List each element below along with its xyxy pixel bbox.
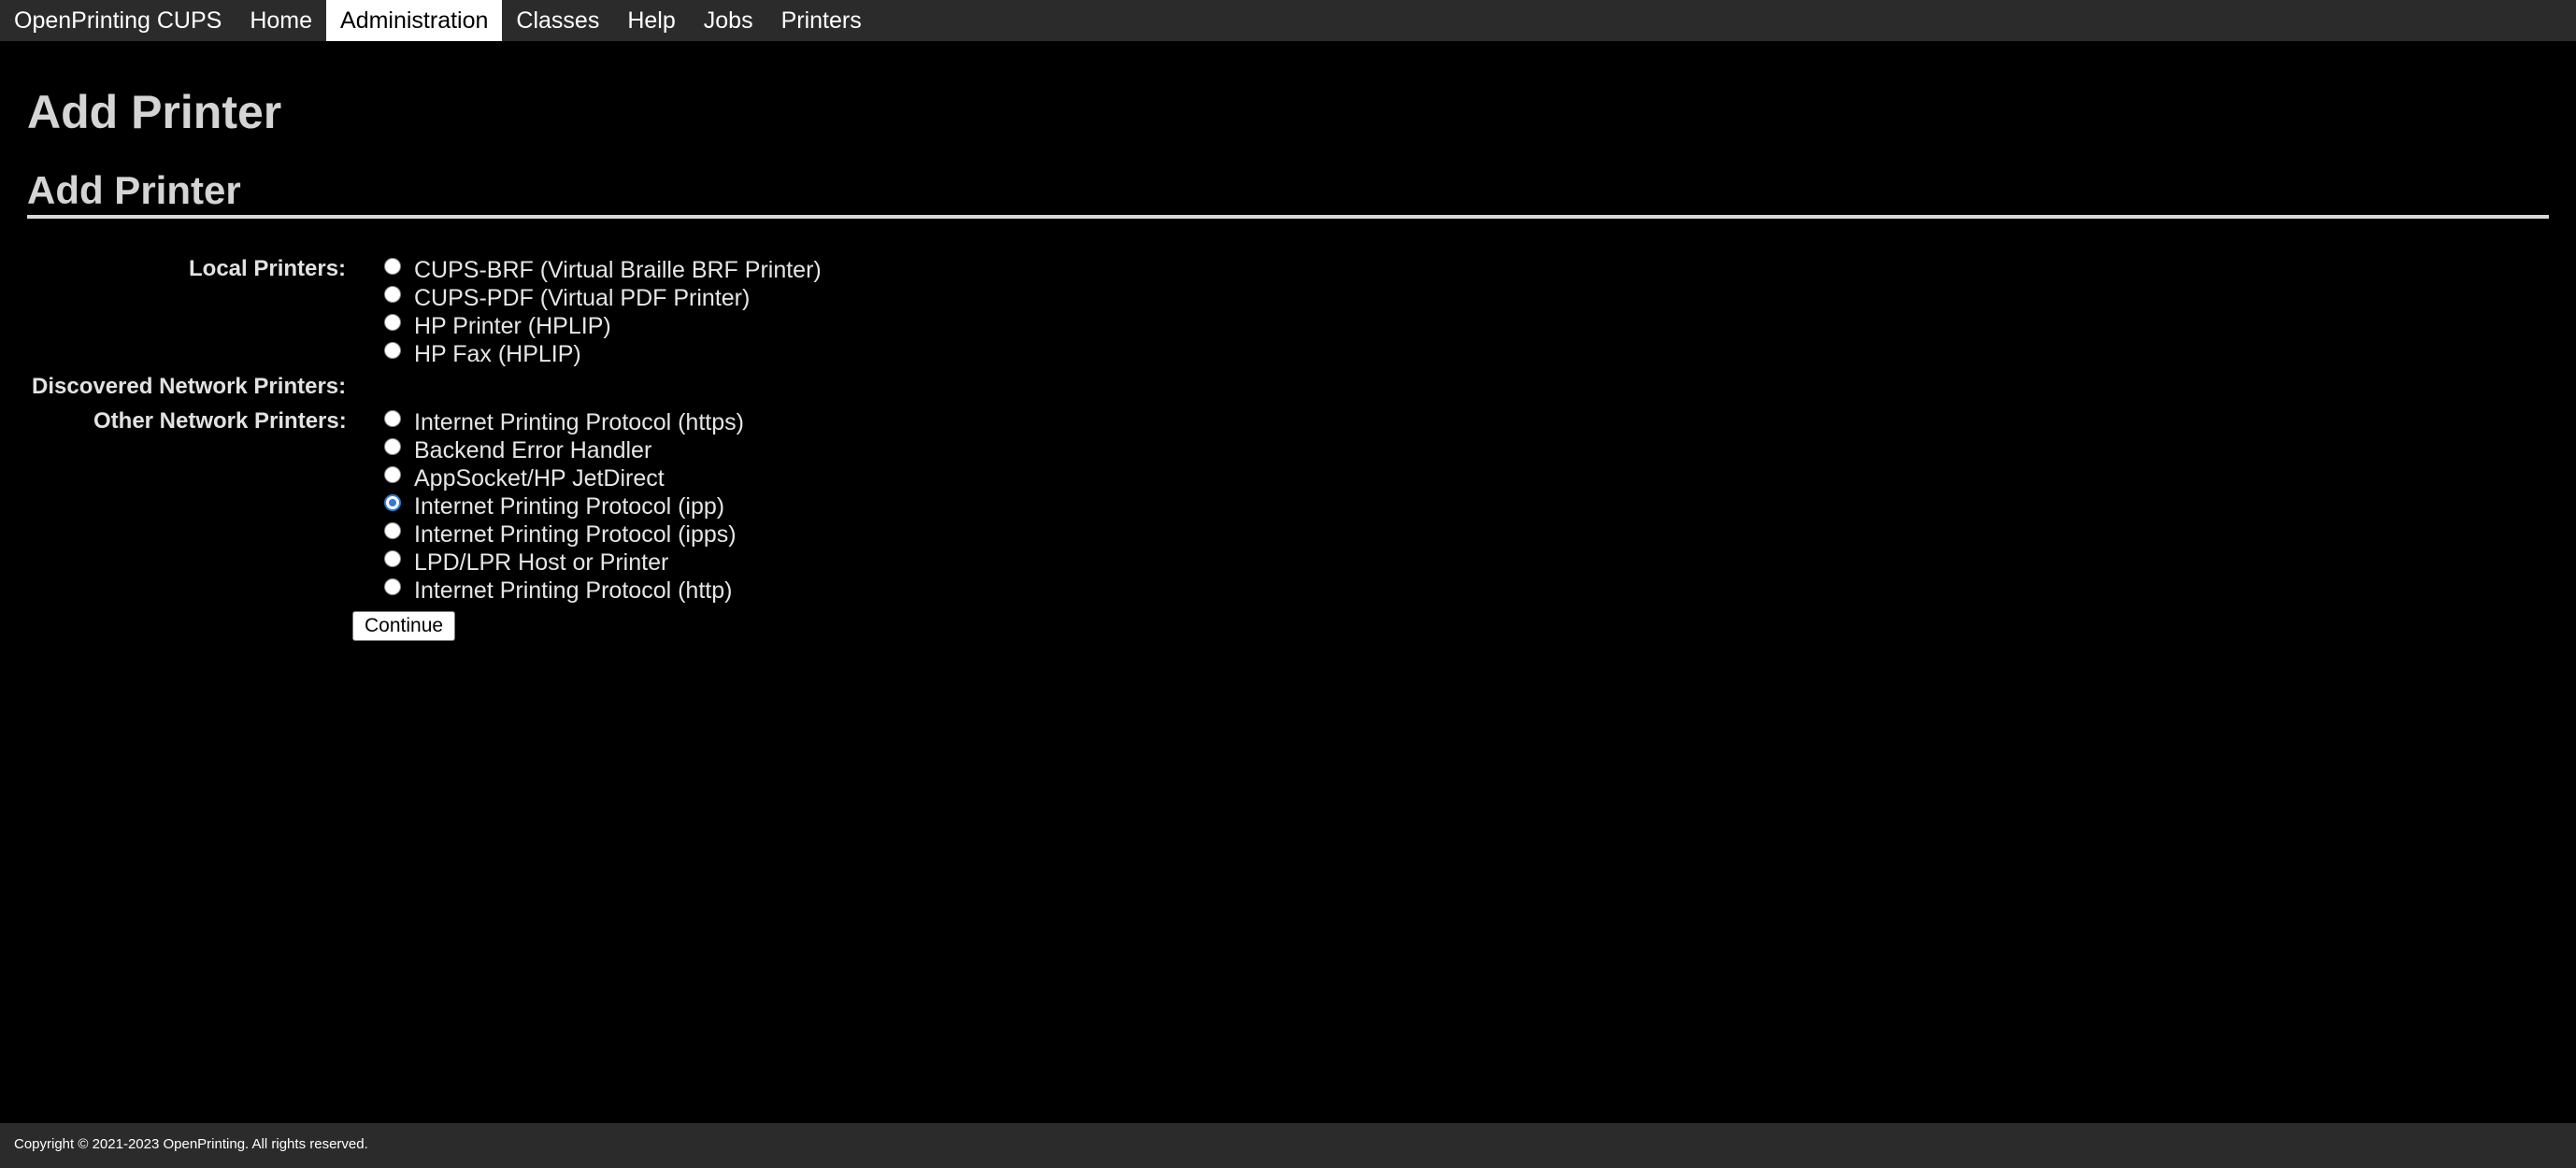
radio-button-selected[interactable] [384, 494, 401, 511]
nav-item-administration[interactable]: Administration [326, 0, 503, 41]
network-printer-option[interactable]: Internet Printing Protocol (http) [384, 577, 732, 605]
top-navbar: OpenPrinting CUPS Home Administration Cl… [0, 0, 2576, 41]
nav-item-jobs[interactable]: Jobs [690, 0, 767, 41]
network-printer-option[interactable]: Internet Printing Protocol (https) [384, 408, 744, 436]
discovered-network-printers-label: Discovered Network Printers: [32, 374, 347, 399]
option-label: AppSocket/HP JetDirect [414, 464, 665, 491]
page-title: Add Printer [27, 86, 282, 138]
local-printers-label: Local Printers: [189, 256, 347, 281]
radio-button[interactable] [384, 314, 401, 331]
network-printer-option[interactable]: LPD/LPR Host or Printer [384, 548, 668, 577]
nav-item-classes[interactable]: Classes [502, 0, 613, 41]
local-printer-option[interactable]: CUPS-BRF (Virtual Braille BRF Printer) [384, 256, 822, 284]
nav-item-printers[interactable]: Printers [767, 0, 876, 41]
radio-button[interactable] [384, 410, 401, 427]
radio-button[interactable] [384, 550, 401, 567]
nav-item-home[interactable]: Home [236, 0, 326, 41]
option-label: HP Fax (HPLIP) [414, 340, 581, 367]
footer: Copyright © 2021-2023 OpenPrinting. All … [0, 1123, 2576, 1168]
radio-button[interactable] [384, 286, 401, 303]
radio-button[interactable] [384, 578, 401, 595]
continue-button[interactable]: Continue [352, 611, 456, 641]
option-label: LPD/LPR Host or Printer [414, 548, 669, 576]
network-printer-option[interactable]: Internet Printing Protocol (ipp) [384, 492, 724, 520]
option-label: HP Printer (HPLIP) [414, 312, 611, 339]
section-title: Add Printer [27, 168, 241, 212]
radio-button[interactable] [384, 438, 401, 455]
network-printer-option[interactable]: Internet Printing Protocol (ipps) [384, 520, 737, 548]
radio-button[interactable] [384, 522, 401, 539]
radio-button[interactable] [384, 342, 401, 359]
local-printer-option[interactable]: HP Printer (HPLIP) [384, 312, 611, 340]
option-label: Internet Printing Protocol (ipps) [414, 520, 737, 548]
local-printer-option[interactable]: CUPS-PDF (Virtual PDF Printer) [384, 284, 750, 312]
nav-item-help[interactable]: Help [613, 0, 689, 41]
radio-button[interactable] [384, 466, 401, 483]
copyright-text: Copyright © 2021-2023 OpenPrinting. All … [14, 1136, 368, 1152]
option-label: CUPS-PDF (Virtual PDF Printer) [414, 284, 751, 311]
option-label: CUPS-BRF (Virtual Braille BRF Printer) [414, 256, 822, 283]
section-divider [27, 215, 2549, 219]
option-label: Internet Printing Protocol (ipp) [414, 492, 725, 520]
network-printer-option[interactable]: Backend Error Handler [384, 436, 651, 464]
option-label: Internet Printing Protocol (https) [414, 408, 744, 435]
nav-item-openprinting-cups[interactable]: OpenPrinting CUPS [0, 0, 236, 41]
other-network-printers-label: Other Network Printers: [93, 408, 347, 434]
local-printer-option[interactable]: HP Fax (HPLIP) [384, 340, 581, 368]
network-printer-option[interactable]: AppSocket/HP JetDirect [384, 464, 665, 492]
option-label: Internet Printing Protocol (http) [414, 577, 733, 604]
radio-button[interactable] [384, 258, 401, 275]
option-label: Backend Error Handler [414, 436, 652, 463]
